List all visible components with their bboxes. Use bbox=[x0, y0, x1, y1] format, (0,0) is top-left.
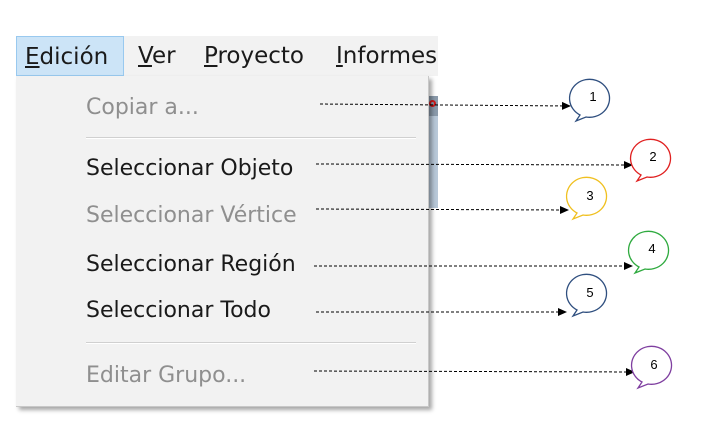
callout-2-number: 2 bbox=[649, 149, 657, 164]
callout-3-number: 3 bbox=[586, 188, 594, 203]
arrow-6 bbox=[313, 367, 635, 376]
callout-1-number: 1 bbox=[589, 89, 597, 104]
arrow-3 bbox=[315, 205, 569, 214]
annotation-overlay bbox=[313, 78, 673, 390]
callout-6-number: 6 bbox=[650, 357, 658, 372]
arrow-2 bbox=[315, 160, 633, 169]
callout-5-number: 5 bbox=[586, 285, 594, 300]
callout-4-number: 4 bbox=[648, 241, 656, 256]
arrow-1 bbox=[319, 101, 571, 110]
